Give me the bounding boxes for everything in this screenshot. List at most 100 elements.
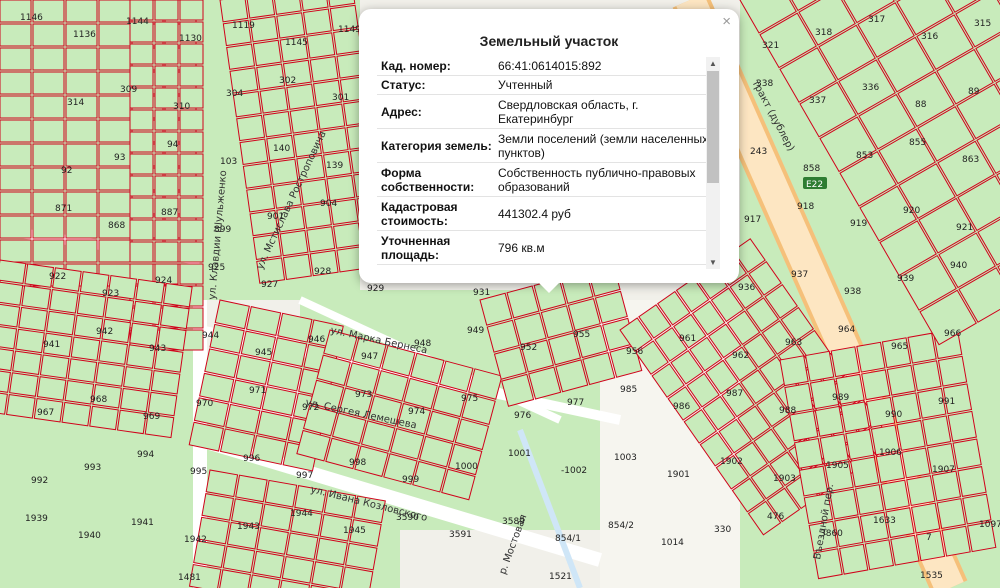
parcel-number-label: 918 <box>797 202 814 212</box>
parcel <box>239 138 269 165</box>
parcel-number-label: 309 <box>120 85 137 95</box>
info-key: Уточненная площадь: <box>377 230 496 265</box>
parcel-number-label: 310 <box>173 102 190 112</box>
parcel-number-label: 302 <box>279 76 296 86</box>
parcel <box>129 131 154 153</box>
parcel-number-label: 93 <box>114 153 125 163</box>
info-row: Статус: Учтенный <box>377 75 709 95</box>
parcel-number-label: 939 <box>897 274 914 284</box>
parcel-number-label: 103 <box>220 157 237 167</box>
parcel <box>65 71 98 95</box>
parcel-number-label: 952 <box>520 343 537 353</box>
parcel <box>214 299 250 330</box>
parcel <box>45 310 76 336</box>
parcel-number-label: 1130 <box>179 34 202 44</box>
parcel <box>266 361 303 392</box>
parcel-number-label: 1136 <box>73 30 96 40</box>
parcel-number-label: 88 <box>915 100 927 110</box>
parcel <box>129 43 154 65</box>
parcel <box>179 43 204 65</box>
parcel-number-label: 1906 <box>879 448 902 458</box>
parcel <box>901 447 931 479</box>
parcel <box>204 348 240 379</box>
parcel <box>61 401 92 427</box>
parcel <box>236 114 266 142</box>
parcel-number-label: 949 <box>467 326 484 336</box>
parcel <box>154 153 179 175</box>
parcel <box>179 241 204 263</box>
parcel <box>0 259 27 284</box>
info-value: 441302.4 руб <box>496 196 709 231</box>
parcel <box>326 174 356 202</box>
info-table-container[interactable]: Кад. номер: 66:41:0614015:892 Статус: Учтен… <box>377 57 725 277</box>
parcel <box>281 555 315 584</box>
parcel <box>179 109 204 131</box>
scroll-up-icon[interactable]: ▲ <box>706 57 720 70</box>
parcel-number-label: 967 <box>37 408 54 418</box>
parcel <box>286 83 316 110</box>
parcel-number-label: 966 <box>944 329 961 339</box>
info-key: Статус: <box>377 75 496 95</box>
parcel-number-label: 1146 <box>20 13 43 23</box>
parcel <box>0 167 32 191</box>
parcel <box>32 239 65 263</box>
scroll-thumb[interactable] <box>707 71 719 183</box>
parcel-number-label: 321 <box>762 41 779 51</box>
parcel <box>98 23 131 47</box>
parcel <box>0 303 21 328</box>
parcel-number-label: 887 <box>161 208 178 218</box>
info-value: 66:41:0614015:892 <box>496 57 709 76</box>
parcel <box>0 215 32 239</box>
parcel <box>315 537 348 566</box>
info-value: 796 кв.м <box>496 230 709 265</box>
parcel <box>154 0 179 21</box>
parcel <box>306 226 336 253</box>
parcel <box>260 503 294 532</box>
parcel-number-label: 924 <box>155 276 172 286</box>
parcel <box>123 366 153 391</box>
parcel <box>65 239 98 263</box>
parcel <box>70 336 101 362</box>
parcel <box>941 525 971 557</box>
parcel-number-label: 871 <box>55 204 72 214</box>
parcel-number-label: 940 <box>950 261 967 271</box>
parcel <box>936 498 966 530</box>
parcel-number-label: 1001 <box>508 449 531 459</box>
parcel <box>129 65 154 87</box>
parcel <box>219 0 249 23</box>
parcel-number-label: 140 <box>273 144 290 154</box>
scroll-down-icon[interactable]: ▼ <box>706 256 720 269</box>
parcel-number-label: 955 <box>573 330 590 340</box>
info-key: Форма собственности: <box>377 162 496 197</box>
parcel-number-label: 936 <box>738 283 755 293</box>
parcel <box>32 71 65 95</box>
parcel-number-label: 1943 <box>237 522 260 532</box>
info-row: Кад. номер: 66:41:0614015:892 <box>377 57 709 76</box>
parcel <box>906 475 936 506</box>
parcel <box>32 23 65 47</box>
info-row: Форма собственности: Собственность публич… <box>377 162 709 197</box>
parcel <box>285 532 319 561</box>
parcel <box>302 8 332 35</box>
parcel-number-label: 314 <box>67 98 84 108</box>
parcel <box>49 289 79 314</box>
parcel <box>32 167 65 191</box>
parcel-number-label: 922 <box>49 272 66 282</box>
popup-scrollbar[interactable]: ▲ ▼ <box>706 57 720 269</box>
parcel <box>0 346 15 372</box>
parcel-number-label: 964 <box>838 325 855 335</box>
close-icon[interactable]: × <box>722 13 731 30</box>
parcel <box>179 175 204 197</box>
parcel <box>880 479 910 511</box>
parcel-number-label: 961 <box>679 334 696 344</box>
parcel <box>0 71 32 95</box>
parcel <box>306 32 336 59</box>
parcel <box>289 107 319 134</box>
parcel <box>311 561 344 588</box>
parcel-number-label: 997 <box>296 471 313 481</box>
parcel-number-label: 1481 <box>178 573 201 583</box>
parcel-number-label: 974 <box>408 407 425 417</box>
parcel-number-label: 989 <box>832 393 849 403</box>
parcel <box>159 304 190 330</box>
parcel <box>9 372 39 397</box>
